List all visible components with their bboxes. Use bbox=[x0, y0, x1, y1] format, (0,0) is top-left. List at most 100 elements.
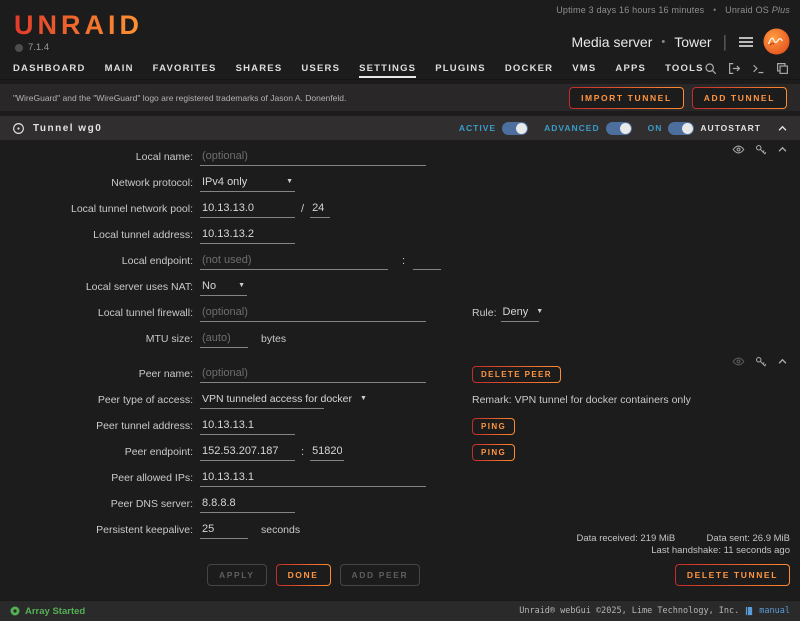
local-endpoint-port-input[interactable] bbox=[413, 253, 441, 270]
server-separator: • bbox=[661, 36, 665, 48]
peer-config-block: Peer name: DELETE PEER Peer type of acce… bbox=[0, 355, 800, 543]
done-button[interactable]: DONE bbox=[276, 564, 331, 586]
version-info: 7.1.4 bbox=[15, 42, 49, 53]
nav-item-dashboard[interactable]: DASHBOARD bbox=[13, 60, 86, 78]
mtu-row: MTU size: bytes bbox=[0, 326, 800, 352]
peer-key-icon[interactable] bbox=[755, 356, 767, 368]
peer-name-input[interactable] bbox=[200, 366, 426, 383]
nav-item-settings[interactable]: SETTINGS bbox=[359, 60, 416, 78]
on-label: ON bbox=[648, 123, 663, 133]
firewall-label: Local tunnel firewall: bbox=[0, 307, 200, 319]
nav-item-vms[interactable]: VMS bbox=[572, 60, 596, 78]
tunnel-section-header[interactable]: Tunnel wg0 ACTIVE ADVANCED ON AUTOSTART bbox=[0, 116, 800, 140]
mtu-label: MTU size: bbox=[0, 333, 200, 345]
footer-right: Unraid® webGui ©2025, Lime Technology, I… bbox=[519, 606, 790, 616]
tunnel-form: Local name: Network protocol: IPv4 only … bbox=[0, 140, 800, 586]
network-protocol-label: Network protocol: bbox=[0, 177, 200, 189]
wireguard-trademark-notice: "WireGuard" and the "WireGuard" logo are… bbox=[13, 93, 346, 103]
avatar[interactable] bbox=[763, 28, 790, 55]
network-pool-row: Local tunnel network pool: / bbox=[0, 196, 800, 222]
nav-item-favorites[interactable]: FAVORITES bbox=[153, 60, 217, 78]
peer-endpoint-input[interactable] bbox=[200, 444, 295, 461]
peer-allowed-ips-row: Peer allowed IPs: bbox=[0, 465, 800, 491]
array-started-icon bbox=[10, 606, 20, 616]
autostart-toggle[interactable] bbox=[668, 122, 694, 135]
collapse-local-icon[interactable] bbox=[777, 144, 788, 155]
peer-address-row: Peer tunnel address: PING bbox=[0, 413, 800, 439]
copyright-text: Unraid® webGui ©2025, Lime Technology, I… bbox=[519, 606, 739, 616]
local-endpoint-row: Local endpoint: : bbox=[0, 248, 800, 274]
local-endpoint-input[interactable] bbox=[200, 253, 388, 270]
add-tunnel-button[interactable]: ADD TUNNEL bbox=[692, 87, 787, 109]
peer-dns-row: Peer DNS server: bbox=[0, 491, 800, 517]
nav-item-shares[interactable]: SHARES bbox=[236, 60, 283, 78]
peer-allowed-ips-label: Peer allowed IPs: bbox=[0, 472, 200, 484]
local-address-input[interactable] bbox=[200, 227, 295, 244]
nav-item-docker[interactable]: DOCKER bbox=[505, 60, 553, 78]
server-name[interactable]: Tower bbox=[674, 34, 711, 50]
active-toggle[interactable] bbox=[502, 122, 528, 135]
nat-label: Local server uses NAT: bbox=[0, 281, 200, 293]
sign-out-icon[interactable] bbox=[728, 62, 741, 75]
copy-icon[interactable] bbox=[776, 62, 789, 75]
peer-access-remark: Remark: VPN tunnel for docker containers… bbox=[472, 394, 691, 406]
add-peer-button[interactable]: ADD PEER bbox=[340, 564, 421, 586]
peer-access-select[interactable]: VPN tunneled access for docker ▼ bbox=[200, 392, 324, 409]
terminal-icon[interactable] bbox=[752, 62, 765, 75]
nav-item-main[interactable]: MAIN bbox=[105, 60, 134, 78]
collapse-section-icon[interactable] bbox=[777, 123, 788, 134]
ping-address-button[interactable]: PING bbox=[472, 418, 515, 435]
advanced-toggle[interactable] bbox=[606, 122, 632, 135]
pool-mask-separator: / bbox=[301, 203, 304, 215]
peer-address-label: Peer tunnel address: bbox=[0, 420, 200, 432]
view-peer-config-icon[interactable] bbox=[732, 355, 745, 368]
local-name-row: Local name: bbox=[0, 144, 800, 170]
key-icon[interactable] bbox=[755, 144, 767, 156]
manual-link[interactable]: manual bbox=[759, 606, 790, 616]
peer-address-input[interactable] bbox=[200, 418, 295, 435]
view-config-icon[interactable] bbox=[732, 143, 745, 156]
unraid-logo[interactable]: UNRAID bbox=[14, 10, 143, 41]
local-name-input[interactable] bbox=[200, 149, 426, 166]
hamburger-menu-icon[interactable] bbox=[738, 36, 754, 48]
ping-endpoint-button[interactable]: PING bbox=[472, 444, 515, 461]
nat-select[interactable]: No ▼ bbox=[200, 279, 247, 296]
peer-name-row: Peer name: DELETE PEER bbox=[0, 361, 800, 387]
peer-endpoint-port-input[interactable] bbox=[310, 444, 344, 461]
network-protocol-value: IPv4 only bbox=[202, 176, 247, 188]
search-icon[interactable] bbox=[704, 62, 717, 75]
network-pool-mask-input[interactable] bbox=[310, 201, 330, 218]
nav-item-users[interactable]: USERS bbox=[301, 60, 340, 78]
mtu-input[interactable] bbox=[200, 331, 248, 348]
autostart-toggle-group: ON AUTOSTART bbox=[648, 122, 761, 135]
tunnel-title-group: Tunnel wg0 bbox=[12, 122, 102, 135]
footer: Array Started Unraid® webGui ©2025, Lime… bbox=[0, 600, 800, 621]
network-pool-input[interactable] bbox=[200, 201, 295, 218]
collapse-peer-icon[interactable] bbox=[777, 356, 788, 367]
os-name: Unraid OS bbox=[725, 5, 769, 15]
peer-stats: Data received: 219 MiB Data sent: 26.9 M… bbox=[0, 533, 800, 557]
firewall-input[interactable] bbox=[200, 305, 426, 322]
firewall-rule-group: Rule: Deny ▼ bbox=[472, 305, 539, 322]
uptime-separator: • bbox=[713, 5, 716, 15]
tunnel-controls: ACTIVE ADVANCED ON AUTOSTART bbox=[459, 122, 788, 135]
peer-dns-input[interactable] bbox=[200, 496, 295, 513]
nav-item-apps[interactable]: APPS bbox=[615, 60, 646, 78]
delete-tunnel-button[interactable]: DELETE TUNNEL bbox=[675, 564, 790, 586]
firewall-rule-select[interactable]: Deny ▼ bbox=[501, 305, 539, 322]
peer-allowed-ips-input[interactable] bbox=[200, 470, 426, 487]
wireguard-icon bbox=[12, 122, 25, 135]
peer-access-row: Peer type of access: VPN tunneled access… bbox=[0, 387, 800, 413]
peer-access-label: Peer type of access: bbox=[0, 394, 200, 406]
local-endpoint-label: Local endpoint: bbox=[0, 255, 200, 267]
nav-item-tools[interactable]: TOOLS bbox=[665, 60, 704, 78]
apply-button[interactable]: APPLY bbox=[207, 564, 267, 586]
advanced-toggle-group: ADVANCED bbox=[544, 122, 632, 135]
nav-item-plugins[interactable]: PLUGINS bbox=[435, 60, 486, 78]
header: Uptime 3 days 16 hours 16 minutes • Unra… bbox=[0, 0, 800, 58]
peer-access-value: VPN tunneled access for docker bbox=[202, 393, 352, 405]
form-actions: APPLY DONE ADD PEER DELETE TUNNEL bbox=[0, 564, 800, 586]
import-tunnel-button[interactable]: IMPORT TUNNEL bbox=[569, 87, 684, 109]
network-protocol-select[interactable]: IPv4 only ▼ bbox=[200, 175, 295, 192]
delete-peer-button[interactable]: DELETE PEER bbox=[472, 366, 561, 383]
